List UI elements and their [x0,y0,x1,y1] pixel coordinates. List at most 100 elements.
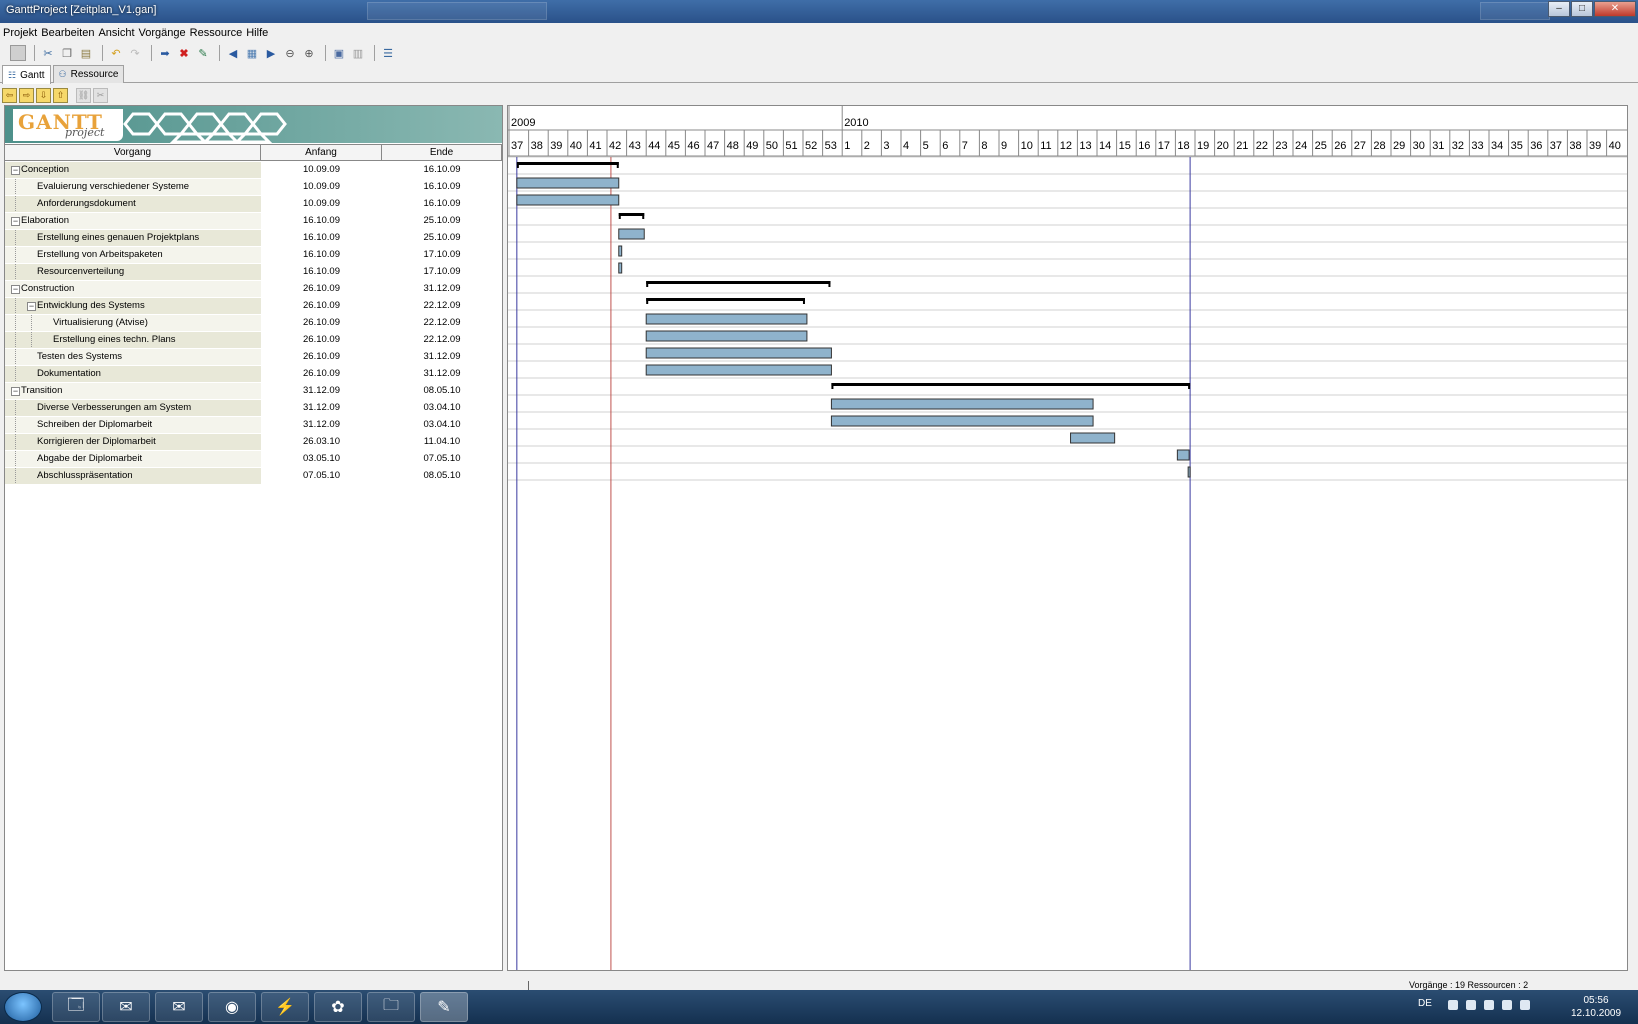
task-end[interactable]: 31.12.09 [382,281,502,297]
table-row[interactable]: Erstellung eines techn. Plans 26.10.09 22.… [5,332,502,349]
task-name-cell[interactable]: Evaluierung verschiedener Systeme [5,179,261,195]
copy-icon[interactable]: ❐ [59,45,75,61]
summary-bar[interactable] [516,162,619,165]
indent-task-icon[interactable]: ⇨ [19,87,34,103]
print-icon[interactable]: ▥ [350,45,366,61]
table-row[interactable]: Abschlusspräsentation 07.05.10 08.05.10 [5,468,502,485]
summary-bar[interactable] [646,298,805,301]
tab-gantt[interactable]: ☷ Gantt [2,65,51,84]
task-bar[interactable] [645,313,808,325]
task-name-cell[interactable]: Dokumentation [5,366,261,382]
zoom-in-icon[interactable]: ⊕ [301,45,317,61]
column-header-vorgang[interactable]: Vorgang [5,145,261,160]
table-row[interactable]: Erstellung eines genauen Projektplans 16.… [5,230,502,247]
task-end[interactable]: 22.12.09 [382,332,502,348]
task-name-cell[interactable]: − Elaboration [5,213,261,229]
menu-hilfe[interactable]: Hilfe [246,27,272,39]
menu-ressource[interactable]: Ressource [190,27,247,39]
task-name-cell[interactable]: − Transition [5,383,261,399]
task-end[interactable]: 16.10.09 [382,162,502,178]
preview-icon[interactable]: ▣ [331,45,347,61]
task-name-cell[interactable]: Anforderungsdokument [5,196,261,212]
task-bar[interactable] [830,415,1094,427]
task-start[interactable]: 31.12.09 [261,417,382,433]
task-start[interactable]: 16.10.09 [261,230,382,246]
link-icon[interactable]: ⛓ [76,87,91,103]
zoom-out-icon[interactable]: ⊖ [282,45,298,61]
task-name-cell[interactable]: Korrigieren der Diplomarbeit [5,434,261,450]
table-row[interactable]: Erstellung von Arbeitspaketen 16.10.09 17.… [5,247,502,264]
new-icon[interactable] [10,45,26,61]
task-bar[interactable] [1070,432,1116,444]
task-end[interactable]: 08.05.10 [382,468,502,484]
task-name-cell[interactable]: Resourcenverteilung [5,264,261,280]
start-button[interactable] [4,992,42,1022]
table-row[interactable]: Testen des Systems 26.10.09 31.12.09 [5,349,502,366]
folder-icon[interactable]: 🗀 [367,992,415,1022]
menu-projekt[interactable]: Projekt [3,27,41,39]
task-start[interactable]: 10.09.09 [261,162,382,178]
task-bar[interactable] [1176,449,1190,461]
scroll-grid-icon[interactable]: ▦ [244,45,260,61]
export-icon[interactable]: ☰ [380,45,396,61]
messenger-tray-icon[interactable] [1466,1000,1476,1010]
menu-ansicht[interactable]: Ansicht [98,27,138,39]
tab-ressource[interactable]: ⚇ Ressource [52,65,125,83]
task-bar[interactable] [830,398,1094,410]
undo-icon[interactable]: ↶ [108,45,124,61]
task-start[interactable]: 26.03.10 [261,434,382,450]
task-name-cell[interactable]: Schreiben der Diplomarbeit [5,417,261,433]
redo-icon[interactable]: ↷ [127,45,143,61]
windows-explorer-icon[interactable]: 🗔 [52,992,100,1022]
task-end[interactable]: 22.12.09 [382,315,502,331]
task-end[interactable]: 17.10.09 [382,247,502,263]
menu-vorgaenge[interactable]: Vorgänge [139,27,190,39]
table-row[interactable]: − Conception 10.09.09 16.10.09 [5,162,502,179]
firefox-icon[interactable]: ◉ [208,992,256,1022]
unindent-icon[interactable]: ⇦ [2,87,17,103]
task-bar[interactable] [645,364,832,376]
task-bar[interactable] [645,347,832,359]
task-end[interactable]: 16.10.09 [382,196,502,212]
winamp-icon[interactable]: ⚡ [261,992,309,1022]
task-name-cell[interactable]: Testen des Systems [5,349,261,365]
task-start[interactable]: 26.10.09 [261,298,382,314]
clock[interactable]: 05:56 12.10.2009 [1566,994,1626,1020]
move-down-icon[interactable]: ⇩ [36,87,51,103]
summary-bar[interactable] [831,383,1191,386]
task-name-cell[interactable]: Erstellung eines genauen Projektplans [5,230,261,246]
task-start[interactable]: 26.10.09 [261,315,382,331]
task-name-cell[interactable]: − Construction [5,281,261,297]
scroll-right-icon[interactable]: ▶ [263,45,279,61]
task-end[interactable]: 16.10.09 [382,179,502,195]
table-row[interactable]: Evaluierung verschiedener Systeme 10.09.0… [5,179,502,196]
task-bar[interactable] [618,228,645,240]
ganttproject-icon[interactable]: ✎ [420,992,468,1022]
task-start[interactable]: 26.10.09 [261,281,382,297]
table-row[interactable]: − Transition 31.12.09 08.05.10 [5,383,502,400]
menu-bearbeiten[interactable]: Bearbeiten [41,27,98,39]
table-row[interactable]: Dokumentation 26.10.09 31.12.09 [5,366,502,383]
summary-bar[interactable] [618,213,645,216]
show-hidden-icon[interactable] [1448,1000,1458,1010]
table-row[interactable]: − Elaboration 16.10.09 25.10.09 [5,213,502,230]
task-name-cell[interactable]: − Conception [5,162,261,178]
paste-icon[interactable]: ▤ [78,45,94,61]
task-name-cell[interactable]: Diverse Verbesserungen am System [5,400,261,416]
task-start[interactable]: 07.05.10 [261,468,382,484]
task-end[interactable]: 17.10.09 [382,264,502,280]
task-name-cell[interactable]: − Entwicklung des Systems [5,298,261,314]
volume-icon[interactable] [1520,1000,1530,1010]
task-name-cell[interactable]: Abschlusspräsentation [5,468,261,484]
collapse-toggle[interactable]: − [11,217,20,226]
table-row[interactable]: Korrigieren der Diplomarbeit 26.03.10 11.0… [5,434,502,451]
task-start[interactable]: 10.09.09 [261,196,382,212]
icq-icon[interactable]: ✿ [314,992,362,1022]
column-header-ende[interactable]: Ende [382,145,502,160]
task-bar[interactable] [516,194,620,206]
task-start[interactable]: 26.10.09 [261,332,382,348]
properties-icon[interactable]: ✎ [195,45,211,61]
thunderbird-icon[interactable]: ✉ [102,992,150,1022]
table-row[interactable]: Resourcenverteilung 16.10.09 17.10.09 [5,264,502,281]
task-bar[interactable] [618,262,623,274]
